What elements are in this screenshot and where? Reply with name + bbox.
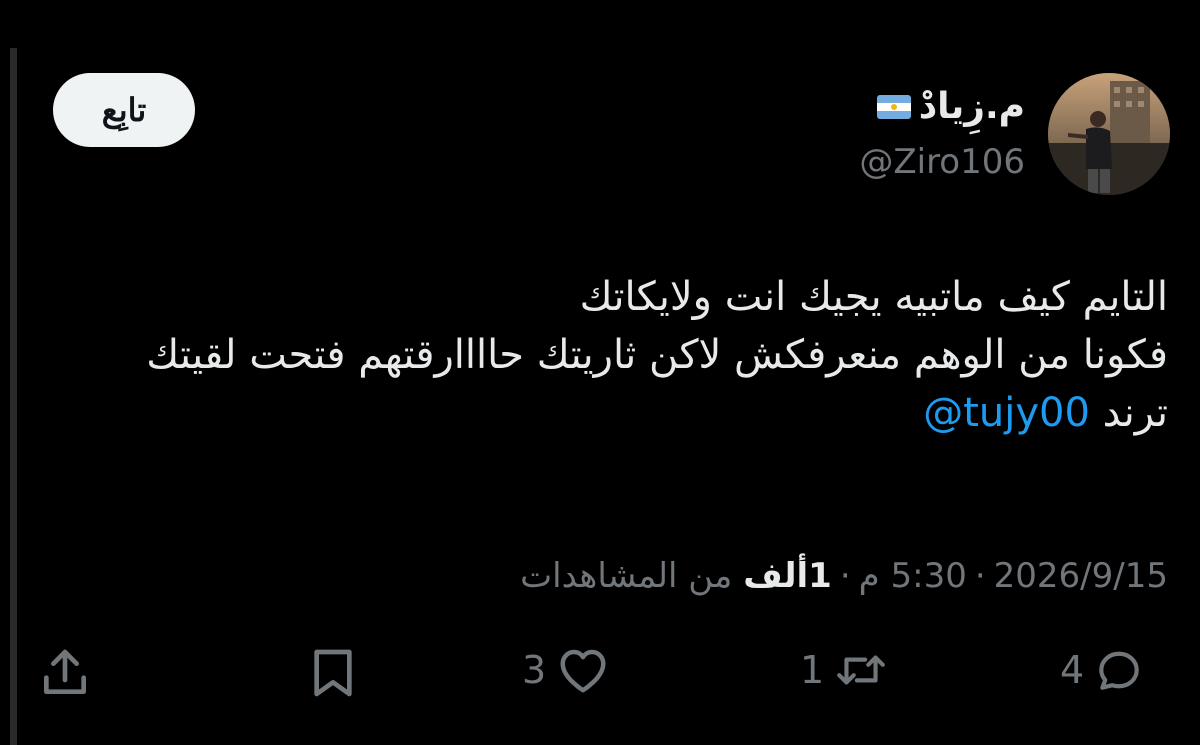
retweet-count: 1 — [800, 648, 825, 692]
share-button[interactable] — [37, 645, 93, 701]
display-name[interactable]: م.زِيادْ — [876, 86, 1025, 127]
tweet-meta: 2026/9/15 · 5:30 م · 1ألف من المشاهدات — [520, 556, 1168, 596]
display-name-text: م.زِيادْ — [918, 86, 1025, 127]
tweet-time[interactable]: 5:30 م — [859, 556, 967, 596]
tweet-line-3-text: ترند — [1102, 390, 1168, 436]
reply-icon — [1099, 651, 1139, 690]
mention-link[interactable]: @tujy00 — [923, 390, 1090, 436]
avatar[interactable] — [1048, 73, 1170, 195]
user-handle[interactable]: @Ziro106 — [859, 142, 1025, 182]
meta-separator: · — [974, 556, 986, 596]
argentina-flag-icon — [876, 94, 911, 119]
share-icon — [44, 649, 86, 694]
like-button[interactable]: 3 — [522, 645, 610, 695]
follow-button[interactable]: تابِع — [53, 73, 195, 147]
retweet-icon — [837, 655, 886, 685]
avatar-photo — [1048, 73, 1170, 195]
bookmark-icon — [314, 649, 352, 697]
tweet-line-2: فكونا من الوهم منعرفكش لاكن ثاريتك حاااا… — [146, 332, 1168, 378]
tweet-line-1: التايم كيف ماتبيه يجيك انت ولايكاتك — [579, 274, 1168, 320]
tweet-body: التايم كيف ماتبيه يجيك انت ولايكاتك فكون… — [28, 268, 1168, 442]
meta-separator: · — [839, 556, 851, 596]
reply-button[interactable]: 4 — [1060, 645, 1144, 695]
bookmark-button[interactable] — [305, 645, 361, 701]
heart-icon — [560, 649, 606, 693]
views[interactable]: 1ألف من المشاهدات — [520, 556, 832, 596]
like-count: 3 — [522, 648, 547, 692]
reply-count: 4 — [1060, 648, 1085, 692]
tweet-line-3: ترند @tujy00 — [28, 384, 1168, 442]
views-count: 1ألف — [743, 556, 832, 596]
retweet-button[interactable]: 1 — [800, 645, 888, 695]
thread-line — [10, 48, 17, 745]
tweet-date[interactable]: 2026/9/15 — [994, 556, 1168, 596]
tweet-card: م.زِيادْ @Ziro106 تابِع التايم كيف ماتبي… — [0, 0, 1200, 745]
views-label: من المشاهدات — [520, 556, 733, 596]
